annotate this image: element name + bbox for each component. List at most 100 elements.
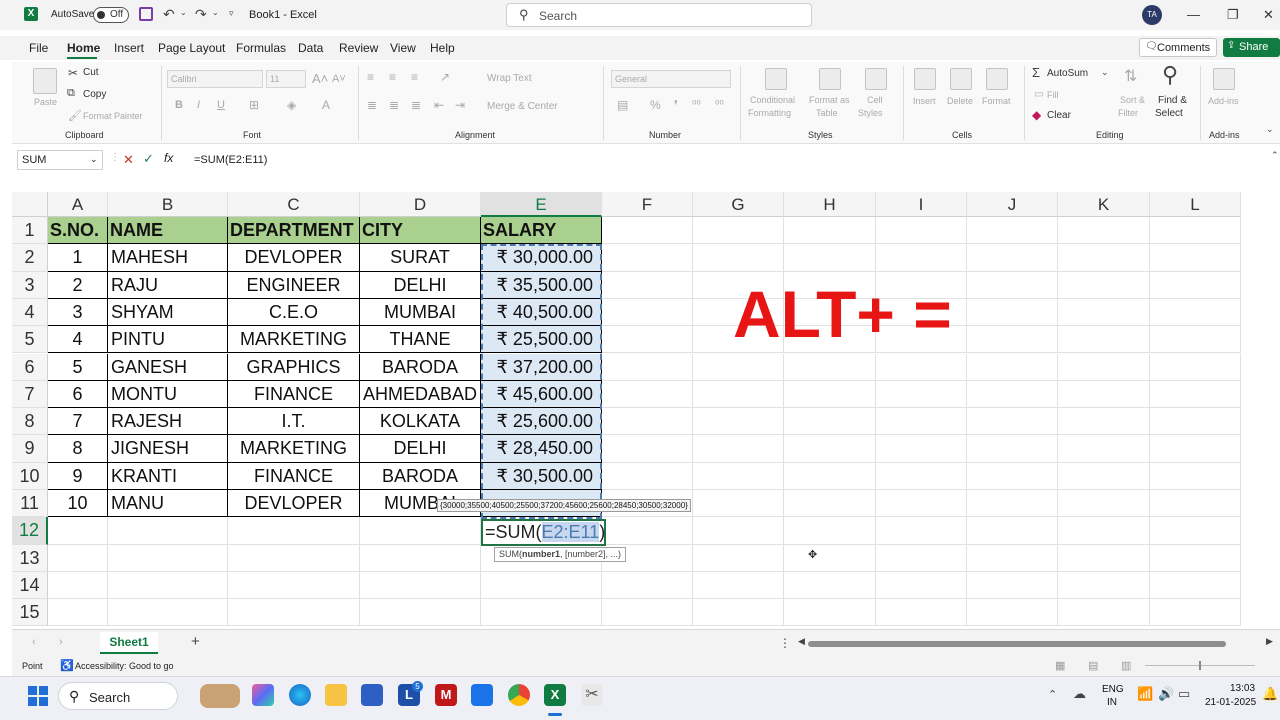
empty-cell[interactable]: [693, 217, 784, 245]
format-as-table-label2[interactable]: Table: [816, 108, 838, 118]
table-cell[interactable]: MUMBAI: [360, 298, 481, 327]
empty-cell[interactable]: [876, 544, 967, 572]
empty-cell[interactable]: [602, 353, 693, 381]
empty-cell[interactable]: [360, 544, 481, 572]
empty-cell[interactable]: [876, 517, 967, 545]
tab-insert[interactable]: Insert: [114, 41, 144, 55]
empty-cell[interactable]: [228, 517, 360, 545]
tab-data[interactable]: Data: [298, 41, 323, 55]
zoom-slider-thumb[interactable]: [1199, 661, 1201, 670]
add-ins-button[interactable]: Add-ins: [1208, 96, 1239, 106]
scroll-right-icon[interactable]: ▶: [1266, 636, 1273, 647]
increase-indent-icon[interactable]: ⇥: [455, 98, 465, 112]
empty-cell[interactable]: [784, 571, 876, 600]
column-header-b[interactable]: B: [108, 192, 228, 217]
clock-time[interactable]: 13:03: [1230, 683, 1255, 694]
conditional-formatting-icon[interactable]: [765, 68, 787, 90]
close-icon[interactable]: ✕: [1263, 7, 1274, 23]
empty-cell[interactable]: [228, 571, 360, 600]
empty-cell[interactable]: [876, 490, 967, 518]
font-color-icon[interactable]: A: [322, 98, 330, 112]
fill-color-icon[interactable]: ◈: [287, 98, 296, 112]
empty-cell[interactable]: [693, 599, 784, 627]
empty-cell[interactable]: [693, 517, 784, 545]
empty-cell[interactable]: [360, 599, 481, 627]
empty-cell[interactable]: [967, 353, 1058, 381]
wifi-icon[interactable]: 📶: [1137, 686, 1153, 702]
undo-dropdown-icon[interactable]: ⌄: [180, 8, 187, 17]
row-header-14[interactable]: 14: [12, 571, 48, 600]
confirm-edit-icon[interactable]: ✓: [143, 151, 154, 167]
empty-cell[interactable]: [1150, 244, 1241, 272]
column-header-d[interactable]: D: [360, 192, 481, 217]
comments-button[interactable]: 🗨 Comments: [1139, 38, 1217, 57]
table-cell[interactable]: GANESH: [108, 353, 228, 381]
row-header-6[interactable]: 6: [12, 353, 48, 381]
autosum-icon[interactable]: Σ: [1032, 65, 1040, 80]
empty-cell[interactable]: [876, 408, 967, 436]
windows-start-icon[interactable]: [28, 686, 48, 706]
table-cell[interactable]: DEVLOPER: [228, 490, 360, 518]
empty-cell[interactable]: [481, 571, 602, 600]
tab-page-layout[interactable]: Page Layout: [158, 41, 225, 55]
empty-cell[interactable]: [693, 571, 784, 600]
empty-cell[interactable]: [1058, 490, 1150, 518]
table-cell[interactable]: KOLKATA: [360, 408, 481, 436]
empty-cell[interactable]: [108, 517, 228, 545]
font-size-select[interactable]: 11: [266, 70, 306, 88]
find-select-icon[interactable]: ⚲: [1162, 62, 1178, 88]
empty-cell[interactable]: [1150, 517, 1241, 545]
empty-cell[interactable]: [784, 490, 876, 518]
add-sheet-button[interactable]: +: [191, 633, 200, 650]
empty-cell[interactable]: [1150, 544, 1241, 572]
empty-cell[interactable]: [784, 462, 876, 490]
active-edit-cell[interactable]: =SUM(E2:E11): [481, 519, 606, 546]
fill-button[interactable]: Fill: [1047, 90, 1059, 100]
italic-icon[interactable]: I: [197, 99, 200, 111]
next-sheet-icon[interactable]: ›: [59, 636, 63, 648]
cancel-edit-icon[interactable]: ✕: [123, 152, 134, 168]
align-right-icon[interactable]: ≣: [411, 98, 421, 112]
column-header-l[interactable]: L: [1150, 192, 1241, 217]
empty-cell[interactable]: [1150, 217, 1241, 245]
empty-cell[interactable]: [48, 571, 108, 600]
scroll-left-icon[interactable]: ◀: [798, 636, 805, 647]
table-cell[interactable]: SURAT: [360, 244, 481, 272]
formula-input[interactable]: =SUM(E2:E11): [194, 154, 267, 166]
sort-filter-icon[interactable]: ⇅: [1124, 66, 1137, 86]
table-cell[interactable]: FINANCE: [228, 462, 360, 490]
empty-cell[interactable]: [1058, 326, 1150, 354]
restore-icon[interactable]: ❐: [1227, 7, 1239, 23]
cell-styles-icon[interactable]: [865, 68, 887, 90]
empty-cell[interactable]: [693, 462, 784, 490]
empty-cell[interactable]: [228, 599, 360, 627]
empty-cell[interactable]: [1150, 599, 1241, 627]
delete-cells-label[interactable]: Delete: [947, 96, 973, 106]
autosave-toggle[interactable]: Off: [93, 7, 129, 23]
fill-icon[interactable]: ▭: [1034, 89, 1043, 100]
table-cell[interactable]: 2: [48, 271, 108, 299]
table-cell[interactable]: MARKETING: [228, 326, 360, 354]
column-header-j[interactable]: J: [967, 192, 1058, 217]
table-cell[interactable]: 3: [48, 298, 108, 327]
sort-filter-label[interactable]: Sort &: [1120, 95, 1145, 105]
row-header-12[interactable]: 12: [12, 517, 48, 545]
percent-icon[interactable]: %: [650, 98, 661, 112]
empty-cell[interactable]: [1058, 380, 1150, 409]
empty-cell[interactable]: [967, 571, 1058, 600]
column-header-g[interactable]: G: [693, 192, 784, 217]
table-cell[interactable]: MARKETING: [228, 435, 360, 463]
empty-cell[interactable]: [967, 517, 1058, 545]
empty-cell[interactable]: [602, 408, 693, 436]
header-cell[interactable]: SALARY: [481, 217, 602, 245]
column-header-k[interactable]: K: [1058, 192, 1150, 217]
empty-cell[interactable]: [360, 517, 481, 545]
empty-cell[interactable]: [1058, 544, 1150, 572]
align-center-icon[interactable]: ≣: [389, 98, 399, 112]
empty-cell[interactable]: [784, 544, 876, 572]
avatar[interactable]: TA: [1142, 5, 1162, 25]
orientation-icon[interactable]: ↗: [440, 70, 450, 84]
format-as-table-label[interactable]: Format as: [809, 95, 850, 105]
delete-cells-icon[interactable]: [950, 68, 972, 90]
empty-cell[interactable]: [602, 271, 693, 299]
